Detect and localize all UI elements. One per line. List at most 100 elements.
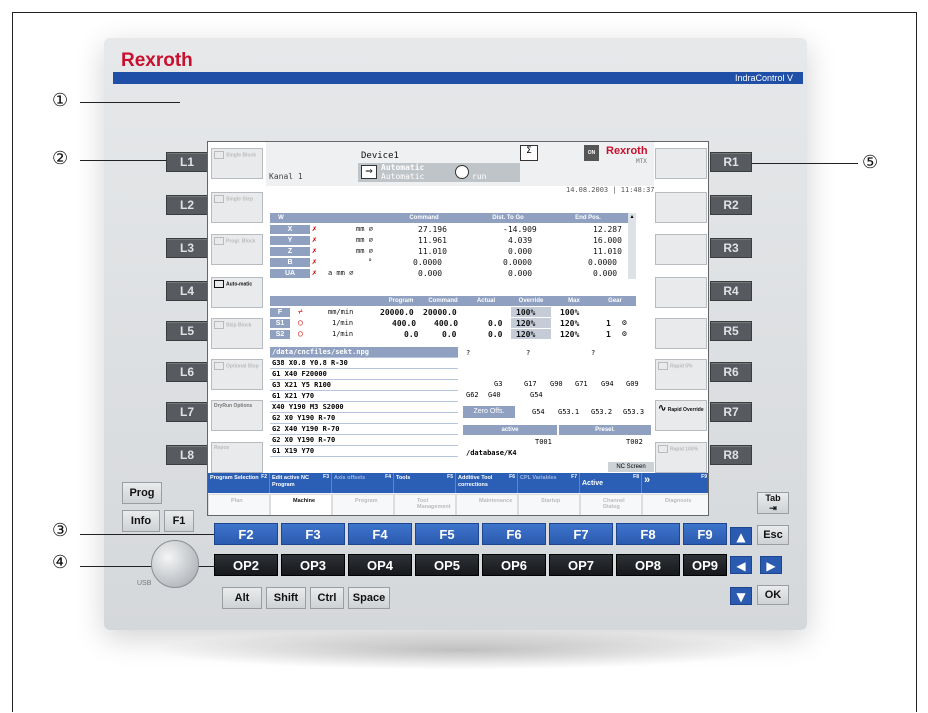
key-f5[interactable]: F5 — [415, 523, 479, 545]
tab-program[interactable]: Program — [332, 494, 394, 515]
space-key[interactable]: Space — [348, 587, 390, 609]
zero-offset: G53.3 — [623, 408, 645, 416]
program-line[interactable]: G2 X0 Y190 R-70 — [270, 435, 458, 446]
fbar-axis-offsets[interactable]: Axis offsets F4 — [332, 473, 394, 493]
key-op8[interactable]: OP8 — [616, 554, 680, 576]
key-op2[interactable]: OP2 — [214, 554, 278, 576]
fbar-tool-corrections[interactable]: Additive Tool corrections F6 — [456, 473, 518, 493]
program-line[interactable]: G2 X0 Y190 R-70 — [270, 413, 458, 424]
key-r4[interactable]: R4 — [710, 281, 752, 301]
key-l4[interactable]: L4 — [166, 281, 208, 301]
screen-brand-sub: MTX — [636, 158, 647, 165]
datetime: 14.08.2003 | 11:48:37 — [566, 186, 655, 194]
softkey-r1[interactable] — [655, 148, 707, 179]
key-f9[interactable]: F9 — [683, 523, 727, 545]
key-op6[interactable]: OP6 — [482, 554, 546, 576]
key-r8[interactable]: R8 — [710, 445, 752, 465]
tab-plan[interactable]: Plan — [208, 494, 270, 515]
softkey-r2[interactable] — [655, 192, 707, 223]
f1-key[interactable]: F1 — [164, 510, 194, 532]
key-l6[interactable]: L6 — [166, 362, 208, 382]
key-op3[interactable]: OP3 — [281, 554, 345, 576]
alt-key[interactable]: Alt — [222, 587, 262, 609]
softkey-optional-stop[interactable]: Optional Stop — [211, 359, 263, 390]
key-r7[interactable]: R7 — [710, 402, 752, 422]
key-l1[interactable]: L1 — [166, 152, 208, 172]
key-f4[interactable]: F4 — [348, 523, 412, 545]
ok-key[interactable]: OK — [757, 585, 789, 605]
key-r1[interactable]: R1 — [710, 152, 752, 172]
program-line[interactable]: G3 X21 Y5 R100 — [270, 380, 458, 391]
usb-port-cover[interactable] — [151, 540, 199, 588]
key-r6[interactable]: R6 — [710, 362, 752, 382]
ctrl-key[interactable]: Ctrl — [310, 587, 344, 609]
program-line[interactable]: G1 X19 Y70 — [270, 446, 458, 457]
key-l7[interactable]: L7 — [166, 402, 208, 422]
tab-channel-dialog[interactable]: Channel Dialog — [580, 494, 642, 515]
axes-scrollbar[interactable]: ▴ — [628, 213, 636, 279]
softkey-r4[interactable] — [655, 277, 707, 308]
key-l8[interactable]: L8 — [166, 445, 208, 465]
key-f8[interactable]: F8 — [616, 523, 680, 545]
fbar-tools[interactable]: Tools F5 — [394, 473, 456, 493]
fbar-active[interactable]: Active F8 — [580, 473, 642, 493]
arrow-right-key[interactable]: ▶ — [760, 556, 782, 574]
key-f3[interactable]: F3 — [281, 523, 345, 545]
softkey-progr-block[interactable]: Progr. Block — [211, 234, 263, 265]
key-l2[interactable]: L2 — [166, 195, 208, 215]
softkey-single-block[interactable]: Single Block — [211, 148, 263, 179]
key-f6[interactable]: F6 — [482, 523, 546, 545]
arrow-down-key[interactable]: ▼ — [730, 587, 752, 605]
zero-offset: G54 — [532, 408, 545, 416]
program-line[interactable]: G2 X40 Y190 R-70 — [270, 424, 458, 435]
key-r5[interactable]: R5 — [710, 321, 752, 341]
key-r2[interactable]: R2 — [710, 195, 752, 215]
key-l5[interactable]: L5 — [166, 321, 208, 341]
tab-key[interactable]: Tab ⇥ — [757, 492, 789, 514]
tab-tool-management[interactable]: Tool Management — [394, 494, 456, 515]
softkey-rapid-100[interactable]: Rapid 100% — [655, 442, 707, 473]
softkey-repos[interactable]: Repos — [211, 442, 263, 473]
tab-machine[interactable]: Machine — [270, 494, 332, 515]
tab-maintenance[interactable]: Maintenance — [456, 494, 518, 515]
softkey-rapid-override[interactable]: ∿ Rapid Override — [655, 400, 707, 431]
shift-key[interactable]: Shift — [266, 587, 306, 609]
on-icon[interactable]: ON — [584, 145, 599, 161]
key-r3[interactable]: R3 — [710, 238, 752, 258]
zero-offsets-label[interactable]: Zero Offs. — [463, 406, 515, 418]
tab-startup[interactable]: Startup — [518, 494, 580, 515]
softkey-skip-block[interactable]: Skip Block — [211, 318, 263, 349]
program-line[interactable]: G1 X40 F20000 — [270, 369, 458, 380]
key-l3[interactable]: L3 — [166, 238, 208, 258]
key-op5[interactable]: OP5 — [415, 554, 479, 576]
info-key[interactable]: Info — [122, 510, 160, 532]
softkey-single-step[interactable]: Single Step — [211, 192, 263, 223]
key-op7[interactable]: OP7 — [549, 554, 613, 576]
fbar-more[interactable]: » F9 — [642, 473, 708, 493]
softkey-automatic[interactable]: Auto-matic — [211, 277, 263, 308]
key-op4[interactable]: OP4 — [348, 554, 412, 576]
esc-key[interactable]: Esc — [757, 525, 789, 545]
key-op9[interactable]: OP9 — [683, 554, 727, 576]
key-f7[interactable]: F7 — [549, 523, 613, 545]
fbar-edit-program[interactable]: Edit active NC Program F3 — [270, 473, 332, 493]
program-line[interactable]: G1 X21 Y70 — [270, 391, 458, 402]
program-path[interactable]: /data/cncfiles/sekt.npg — [270, 347, 458, 358]
softkey-rapid-5[interactable]: Rapid 5% — [655, 359, 707, 390]
arrow-up-key[interactable]: ▲ — [730, 527, 752, 545]
fbar-program-selection[interactable]: Program Selection F2 — [208, 473, 270, 493]
softkey-r5[interactable] — [655, 318, 707, 349]
program-line[interactable]: G38 X0.8 Y0.8 R-30 — [270, 358, 458, 369]
softkey-r3[interactable] — [655, 234, 707, 265]
spindle-header-max: Max — [554, 296, 594, 306]
key-f2[interactable]: F2 — [214, 523, 278, 545]
softkey-dryrun-options[interactable]: DryRun Options — [211, 400, 263, 431]
tab-diagnosis[interactable]: Diagnosis — [642, 494, 708, 515]
brand-logo: Rexroth — [121, 50, 193, 71]
program-line[interactable]: X40 Y190 M3 S2000 — [270, 402, 458, 413]
sum-icon[interactable]: Σ — [520, 145, 538, 161]
arrow-left-key[interactable]: ◀ — [730, 556, 752, 574]
fbar-cpl-variables[interactable]: CPL Variables F7 — [518, 473, 580, 493]
prog-key[interactable]: Prog — [122, 482, 162, 504]
zero-offset: G53.2 — [591, 408, 613, 416]
